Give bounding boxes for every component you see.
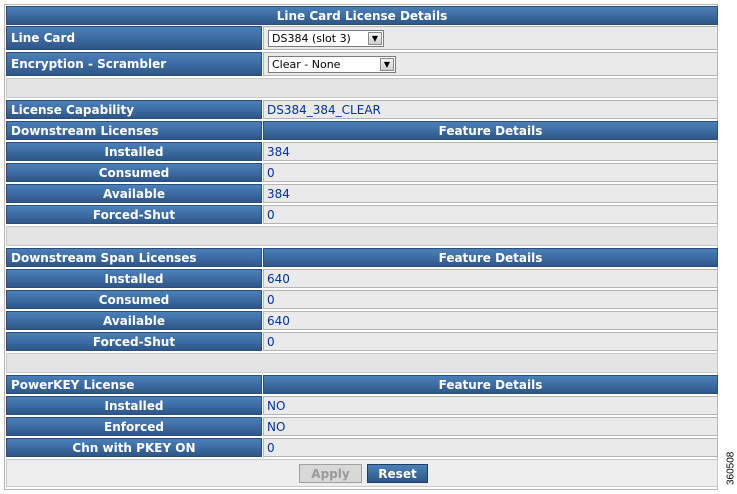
section-spacer — [6, 226, 718, 246]
span-consumed-label: Consumed — [6, 290, 262, 309]
powerkey-enforced-label: Enforced — [6, 417, 262, 436]
encryption-select[interactable]: Clear - None ▼ — [268, 56, 396, 73]
powerkey-header: PowerKEY License — [6, 375, 262, 394]
downstream-available-label: Available — [6, 184, 262, 203]
table-row: Chn with PKEY ON 0 — [6, 438, 718, 457]
powerkey-installed-label: Installed — [6, 396, 262, 415]
downstream-header: Downstream Licenses — [6, 121, 262, 140]
encryption-selected: Clear - None — [272, 58, 341, 71]
license-capability-row: License Capability DS384_384_CLEAR — [6, 100, 718, 119]
table-row: Installed 384 — [6, 142, 718, 161]
downstream-span-header-row: Downstream Span Licenses Feature Details — [6, 248, 718, 267]
chevron-down-icon[interactable]: ▼ — [368, 32, 382, 45]
span-installed-label: Installed — [6, 269, 262, 288]
figure-id: 360508 — [725, 451, 737, 485]
encryption-cell: Clear - None ▼ — [263, 52, 718, 76]
downstream-forced-shut-value: 0 — [263, 205, 718, 224]
powerkey-chn-value: 0 — [263, 438, 718, 457]
powerkey-feature-header: Feature Details — [263, 375, 718, 394]
title-row: Line Card License Details — [6, 6, 718, 25]
table-row: Forced-Shut 0 — [6, 205, 718, 224]
line-card-select[interactable]: DS384 (slot 3) ▼ — [268, 30, 384, 47]
span-consumed-value: 0 — [263, 290, 718, 309]
powerkey-chn-label: Chn with PKEY ON — [6, 438, 262, 457]
downstream-available-value: 384 — [263, 184, 718, 203]
span-available-label: Available — [6, 311, 262, 330]
table-row: Installed 640 — [6, 269, 718, 288]
downstream-consumed-value: 0 — [263, 163, 718, 182]
downstream-forced-shut-label: Forced-Shut — [6, 205, 262, 224]
span-forced-shut-label: Forced-Shut — [6, 332, 262, 351]
line-card-selected: DS384 (slot 3) — [272, 32, 351, 45]
table-row: Installed NO — [6, 396, 718, 415]
powerkey-enforced-value: NO — [263, 417, 718, 436]
license-details-panel: Line Card License Details Line Card DS38… — [4, 4, 718, 490]
downstream-installed-value: 384 — [263, 142, 718, 161]
table-row: Available 640 — [6, 311, 718, 330]
section-spacer — [6, 353, 718, 373]
table-row: Enforced NO — [6, 417, 718, 436]
encryption-row: Encryption - Scrambler Clear - None ▼ — [6, 52, 718, 76]
span-available-value: 640 — [263, 311, 718, 330]
line-card-row: Line Card DS384 (slot 3) ▼ — [6, 26, 718, 50]
section-spacer — [6, 78, 718, 98]
downstream-installed-label: Installed — [6, 142, 262, 161]
license-capability-label: License Capability — [6, 100, 262, 119]
span-installed-value: 640 — [263, 269, 718, 288]
line-card-label: Line Card — [6, 26, 262, 50]
powerkey-header-row: PowerKEY License Feature Details — [6, 375, 718, 394]
table-row: Available 384 — [6, 184, 718, 203]
chevron-down-icon[interactable]: ▼ — [380, 58, 394, 71]
license-capability-value: DS384_384_CLEAR — [263, 100, 718, 119]
table-row: Forced-Shut 0 — [6, 332, 718, 351]
downstream-span-header: Downstream Span Licenses — [6, 248, 262, 267]
panel-title: Line Card License Details — [6, 6, 718, 25]
table-row: Consumed 0 — [6, 163, 718, 182]
encryption-label: Encryption - Scrambler — [6, 52, 262, 76]
downstream-header-row: Downstream Licenses Feature Details — [6, 121, 718, 140]
apply-button[interactable]: Apply — [299, 464, 362, 483]
table-row: Consumed 0 — [6, 290, 718, 309]
downstream-consumed-label: Consumed — [6, 163, 262, 182]
reset-button[interactable]: Reset — [367, 464, 428, 483]
button-bar: Apply Reset — [6, 459, 718, 487]
downstream-span-feature-header: Feature Details — [263, 248, 718, 267]
downstream-feature-header: Feature Details — [263, 121, 718, 140]
powerkey-installed-value: NO — [263, 396, 718, 415]
line-card-cell: DS384 (slot 3) ▼ — [263, 26, 718, 50]
span-forced-shut-value: 0 — [263, 332, 718, 351]
